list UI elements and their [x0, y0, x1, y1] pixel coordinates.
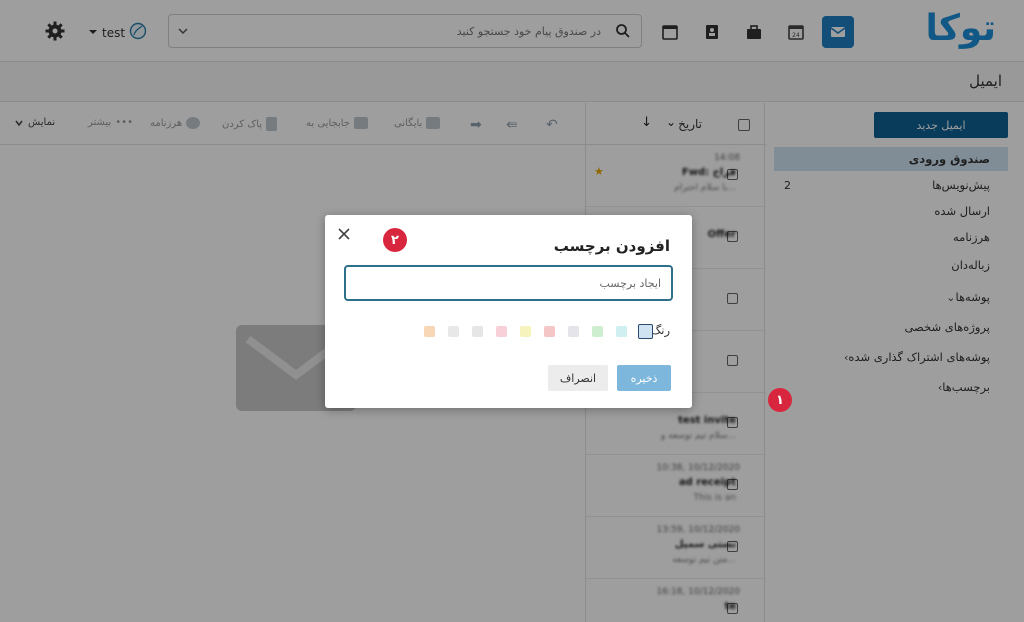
- cancel-button[interactable]: انصراف: [548, 365, 608, 391]
- add-label-dialog: ۲ افزودن برچسب رنگ ذخیره انصراف: [325, 215, 692, 408]
- dialog-title: افزودن برچسب: [553, 237, 670, 255]
- color-swatch[interactable]: [424, 326, 435, 337]
- color-swatch[interactable]: [638, 324, 653, 339]
- color-label: رنگ: [650, 323, 670, 337]
- color-swatch[interactable]: [544, 326, 555, 337]
- color-swatch[interactable]: [496, 326, 507, 337]
- save-button[interactable]: ذخیره: [617, 365, 671, 391]
- color-swatch[interactable]: [520, 326, 531, 337]
- step-marker-1: ۱: [768, 388, 792, 412]
- color-swatch[interactable]: [616, 326, 627, 337]
- close-icon[interactable]: [337, 227, 351, 241]
- color-swatches: [424, 324, 653, 339]
- color-swatch[interactable]: [568, 326, 579, 337]
- color-swatch[interactable]: [448, 326, 459, 337]
- label-name-input[interactable]: [344, 265, 673, 301]
- step-marker-2: ۲: [383, 228, 407, 252]
- color-swatch[interactable]: [472, 326, 483, 337]
- color-swatch[interactable]: [592, 326, 603, 337]
- app-window: توکا 24 در صندوق پیام خود جستجو کنید tes…: [0, 0, 1024, 622]
